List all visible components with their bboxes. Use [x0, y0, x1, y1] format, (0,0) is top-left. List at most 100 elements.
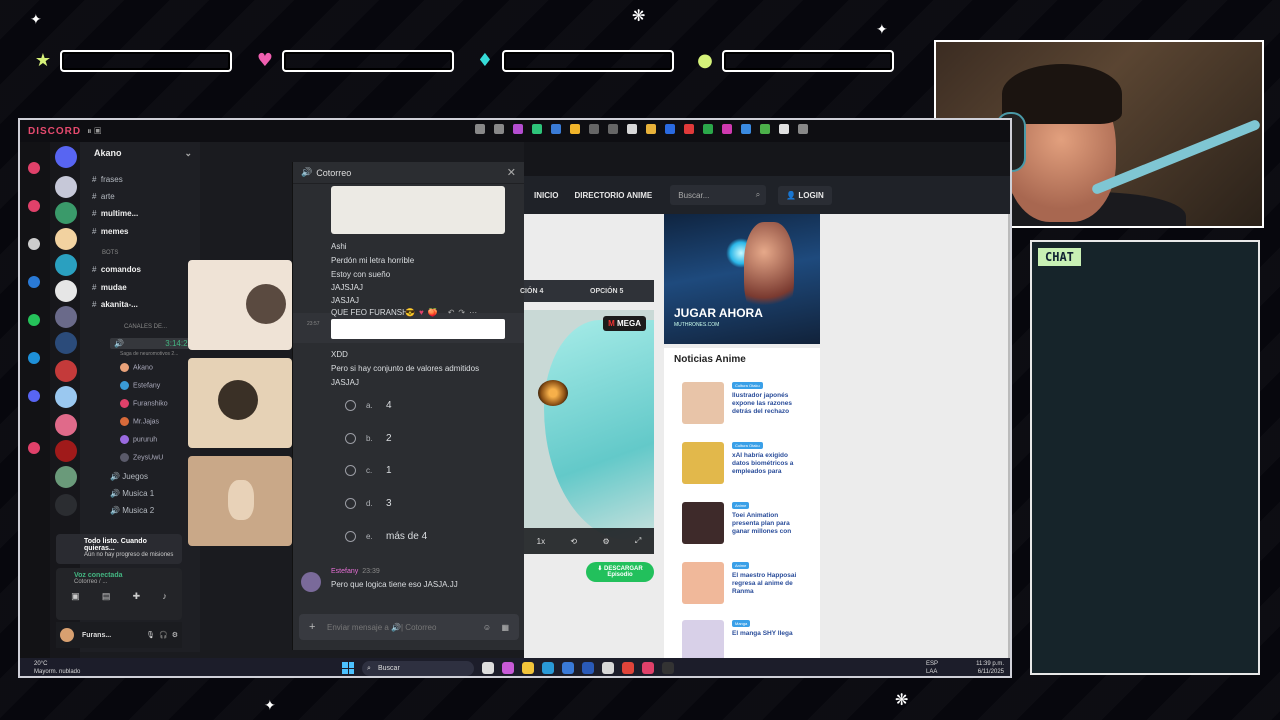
- radio-button[interactable]: [345, 498, 356, 509]
- rail-icon[interactable]: [28, 352, 40, 364]
- voice-user[interactable]: Estefany: [120, 381, 160, 390]
- server-icon[interactable]: [55, 176, 77, 198]
- discord-home-icon[interactable]: [55, 146, 77, 168]
- server-icon[interactable]: [55, 466, 77, 488]
- search-input[interactable]: Buscar... ⌕: [670, 185, 767, 205]
- video-tile[interactable]: [188, 260, 292, 350]
- hovered-message[interactable]: 23:57: [293, 313, 525, 343]
- channel-memes[interactable]: # memes: [92, 227, 128, 236]
- voice-channel-musica2[interactable]: 🔊 Musica 2: [110, 506, 154, 515]
- radio-button[interactable]: [345, 400, 356, 411]
- download-button[interactable]: ⬇ DESCARGAR Episodio: [586, 562, 654, 582]
- server-icon[interactable]: [55, 306, 77, 328]
- voice-user[interactable]: Mr.Jajas: [120, 417, 159, 426]
- reaction-bar[interactable]: 😎 ♥ 🍑 ↶ ↷ ⋯: [405, 308, 477, 317]
- taskbar-search[interactable]: ⌕ Buscar: [362, 661, 474, 676]
- loop-icon[interactable]: ⟲: [570, 537, 577, 546]
- radio-button[interactable]: [345, 531, 356, 542]
- rail-icon[interactable]: [28, 442, 40, 454]
- nav-inicio[interactable]: INICIO: [534, 191, 558, 200]
- quiz-option[interactable]: e. más de 4: [345, 531, 427, 542]
- channel-multimedia[interactable]: # multime...: [92, 209, 138, 218]
- edge-icon[interactable]: [542, 662, 554, 674]
- radio-button[interactable]: [345, 433, 356, 444]
- server-icon[interactable]: [55, 228, 77, 250]
- headphones-icon[interactable]: 🎧: [159, 631, 168, 639]
- nav-directorio[interactable]: DIRECTORIO ANIME: [574, 191, 652, 200]
- voice-channel-cotorreo[interactable]: 🔊 3:14:29: [110, 338, 196, 349]
- ad-banner[interactable]: JUGAR AHORA MUTHRONES.COM: [664, 214, 820, 344]
- voice-user[interactable]: Akano: [120, 363, 153, 372]
- message-author[interactable]: Estefany 23:39: [331, 568, 380, 575]
- store-icon[interactable]: [562, 662, 574, 674]
- apps-icon[interactable]: ▦: [501, 623, 509, 632]
- voice-user[interactable]: Furanshiko: [120, 399, 168, 408]
- camera-icon[interactable]: ▣: [71, 591, 80, 602]
- attachment-image[interactable]: [331, 186, 505, 234]
- server-icon[interactable]: [55, 254, 77, 276]
- fullscreen-icon[interactable]: ⤢: [635, 536, 641, 546]
- server-header[interactable]: Akano ⌄: [80, 142, 200, 164]
- rail-icon[interactable]: [28, 200, 40, 212]
- news-item[interactable]: Cultura Otaku Ilustrador japonés expone …: [682, 382, 812, 434]
- emoji-icon[interactable]: ☺: [483, 623, 491, 632]
- activities-icon[interactable]: ✚: [133, 591, 141, 602]
- task-view-icon[interactable]: [482, 662, 494, 674]
- reply-icon[interactable]: ↶: [448, 308, 455, 317]
- add-server-icon[interactable]: [55, 494, 77, 516]
- rail-icon[interactable]: [28, 390, 40, 402]
- voice-user[interactable]: pururuh: [120, 435, 157, 444]
- chrome-icon[interactable]: [622, 662, 634, 674]
- news-item[interactable]: Anime El maestro Happosai regresa al ani…: [682, 562, 812, 614]
- quiz-option[interactable]: d. 3: [345, 498, 392, 509]
- attachment-image[interactable]: [331, 319, 505, 339]
- category-voice[interactable]: CANALES DE...: [124, 324, 167, 330]
- app-icon[interactable]: [602, 662, 614, 674]
- login-button[interactable]: 👤 LOGIN: [778, 185, 832, 205]
- emoji-icon[interactable]: 🍑: [428, 308, 438, 317]
- gear-icon[interactable]: ⚙: [172, 631, 178, 639]
- quiz-option[interactable]: c. 1: [345, 465, 392, 476]
- soundboard-icon[interactable]: ♪: [162, 591, 167, 602]
- weather-widget[interactable]: 20°C Mayorm. nublado: [34, 660, 80, 676]
- scrollbar[interactable]: [1008, 214, 1010, 660]
- channel-comandos[interactable]: # comandos: [92, 265, 141, 274]
- mic-icon[interactable]: 🎙: [146, 631, 155, 639]
- server-icon[interactable]: [55, 414, 77, 436]
- channel-akanita[interactable]: # akanita-...: [92, 300, 138, 309]
- video-player[interactable]: M MEGA 1x ⟲ ⚙ ⤢: [524, 310, 654, 554]
- voice-user[interactable]: ZeysUwU: [120, 453, 163, 462]
- plus-icon[interactable]: +: [309, 621, 315, 633]
- close-icon[interactable]: ✕: [507, 166, 516, 179]
- tab-option-5[interactable]: OPCIÓN 5: [590, 288, 623, 295]
- screen-share-icon[interactable]: ▤: [102, 591, 111, 602]
- speed-button[interactable]: 1x: [537, 537, 545, 546]
- word-icon[interactable]: [582, 662, 594, 674]
- avatar[interactable]: [301, 572, 321, 592]
- server-icon[interactable]: [55, 440, 77, 462]
- forward-icon[interactable]: ↷: [458, 308, 465, 317]
- discord-icon[interactable]: [642, 662, 654, 674]
- channel-frases[interactable]: # frases: [92, 175, 123, 184]
- voice-channel-musica1[interactable]: 🔊 Musica 1: [110, 489, 154, 498]
- channel-mudae[interactable]: # mudae: [92, 283, 127, 292]
- quiz-option[interactable]: a. 4: [345, 400, 392, 411]
- obs-icon[interactable]: [662, 662, 674, 674]
- voice-channel-juegos[interactable]: 🔊 Juegos: [110, 472, 148, 481]
- language-indicator[interactable]: ESP LAA: [926, 660, 938, 676]
- message-input[interactable]: + Enviar mensaje a 🔊| Cotorreo ☺ ▦: [299, 614, 519, 640]
- quest-banner[interactable]: Todo listo. Cuando quieras... Aún no hay…: [56, 534, 182, 564]
- server-icon[interactable]: [55, 202, 77, 224]
- copilot-icon[interactable]: [502, 662, 514, 674]
- category-bots[interactable]: BOTS: [102, 250, 118, 256]
- server-icon[interactable]: [55, 360, 77, 382]
- video-tile[interactable]: [188, 358, 292, 448]
- server-icon[interactable]: [55, 280, 77, 302]
- rail-icon[interactable]: [28, 162, 40, 174]
- server-icon[interactable]: [55, 386, 77, 408]
- system-clock[interactable]: 11:39 p.m. 6/11/2025: [976, 660, 1004, 676]
- more-icon[interactable]: ⋯: [469, 308, 477, 317]
- video-tile[interactable]: [188, 456, 292, 546]
- avatar[interactable]: [60, 628, 74, 642]
- radio-button[interactable]: [345, 465, 356, 476]
